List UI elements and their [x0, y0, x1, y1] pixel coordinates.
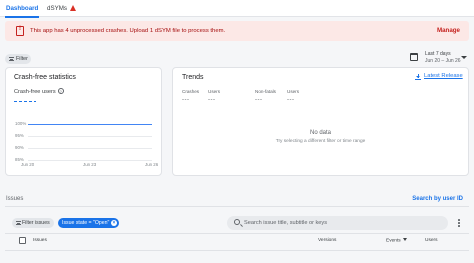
issue-state-label: Issue state = "Open": [62, 220, 110, 226]
banner-message: This app has 4 unprocessed crashes. Uplo…: [30, 28, 226, 34]
date-range-label[interactable]: Last 7 days: [425, 51, 451, 57]
tab-dashboard[interactable]: Dashboard: [4, 0, 40, 18]
chart-gridline: [28, 160, 152, 161]
chart-y-tick-label: 95%: [15, 133, 24, 138]
sort-desc-icon: [402, 238, 407, 241]
chart-gridline: [28, 136, 152, 137]
no-data-hint: Try selecting a different filter or time…: [275, 139, 366, 144]
chevron-down-icon[interactable]: [461, 56, 467, 59]
chart-x-tick-label: Jun 23: [83, 162, 97, 167]
filter-button-label: Filter: [16, 56, 28, 62]
issue-search-input[interactable]: [244, 216, 444, 230]
select-all-checkbox[interactable]: [19, 237, 26, 244]
filter-issues-label: Filter issues: [22, 220, 50, 226]
issues-heading: Issues: [6, 196, 24, 202]
latest-release-link[interactable]: Latest Release: [424, 73, 463, 79]
trends-val-crashes: ---: [182, 97, 190, 103]
error-banner: This app has 4 unprocessed crashes. Uplo…: [5, 21, 469, 41]
warning-triangle-icon: [69, 5, 76, 11]
issue-state-chip[interactable]: Issue state = "Open" ×: [58, 218, 119, 228]
column-header-events[interactable]: Events: [386, 238, 407, 244]
section-divider: [5, 206, 469, 207]
chart-x-tick-label: Jun 20: [21, 162, 35, 167]
trends-val-users-nf: ---: [287, 97, 295, 103]
trends-card: Trends Crashes Users Non-fatals Users --…: [172, 67, 469, 176]
table-top-divider: [5, 233, 469, 234]
no-data-text: No data: [309, 130, 331, 136]
help-icon[interactable]: ?: [57, 88, 64, 94]
column-header-users[interactable]: Users: [425, 238, 438, 243]
issue-search-box[interactable]: [227, 216, 448, 230]
trends-col-users: Users: [208, 89, 220, 94]
column-header-issues[interactable]: Issues: [33, 238, 47, 243]
filter-issues-chip[interactable]: Filter issues: [12, 218, 54, 228]
crash-free-value-placeholder: [14, 101, 36, 102]
search-by-user-link[interactable]: Search by user ID: [412, 196, 463, 202]
trends-val-non-fatals: ---: [255, 97, 263, 103]
filter-icon: [9, 57, 14, 61]
close-icon[interactable]: ×: [111, 220, 117, 226]
crash-free-card: Crash-free statistics Crash-free users? …: [5, 67, 162, 176]
calendar-icon[interactable]: [410, 53, 418, 61]
column-header-versions[interactable]: Versions: [318, 238, 336, 243]
crash-free-subtitle-text: Crash-free users: [14, 89, 56, 95]
crash-free-subtitle: Crash-free users?: [14, 88, 64, 95]
column-header-events-label: Events: [386, 238, 401, 244]
tab-bar: Dashboard dSYMs: [0, 0, 474, 18]
chart-series-line: [28, 123, 152, 125]
trends-col-crashes: Crashes: [182, 89, 200, 94]
trends-col-users-nf: Users: [287, 89, 299, 94]
search-icon: [234, 219, 240, 225]
tab-dsyms[interactable]: dSYMs: [47, 0, 76, 17]
manage-button[interactable]: Manage: [437, 21, 460, 41]
filter-icon: [16, 221, 21, 225]
chart-y-tick-label: 100%: [15, 121, 27, 126]
chart-gridline: [28, 148, 152, 149]
tab-dsyms-label: dSYMs: [47, 5, 67, 12]
filter-button[interactable]: Filter: [5, 54, 31, 64]
trends-val-users: ---: [208, 97, 216, 103]
error-document-icon: [16, 26, 24, 36]
trends-title: Trends: [182, 74, 204, 81]
more-vert-icon[interactable]: [457, 217, 461, 229]
chart-x-tick-label: Jun 26: [145, 162, 159, 167]
crash-free-title: Crash-free statistics: [14, 74, 76, 81]
tab-dashboard-label: Dashboard: [6, 5, 39, 12]
download-icon[interactable]: [415, 74, 421, 80]
trends-col-non-fatals: Non-fatals: [255, 89, 276, 94]
date-range-value[interactable]: Jun 20 – Jun 26: [425, 58, 461, 64]
chart-y-tick-label: 90%: [15, 145, 24, 150]
table-header-divider: [5, 250, 469, 251]
